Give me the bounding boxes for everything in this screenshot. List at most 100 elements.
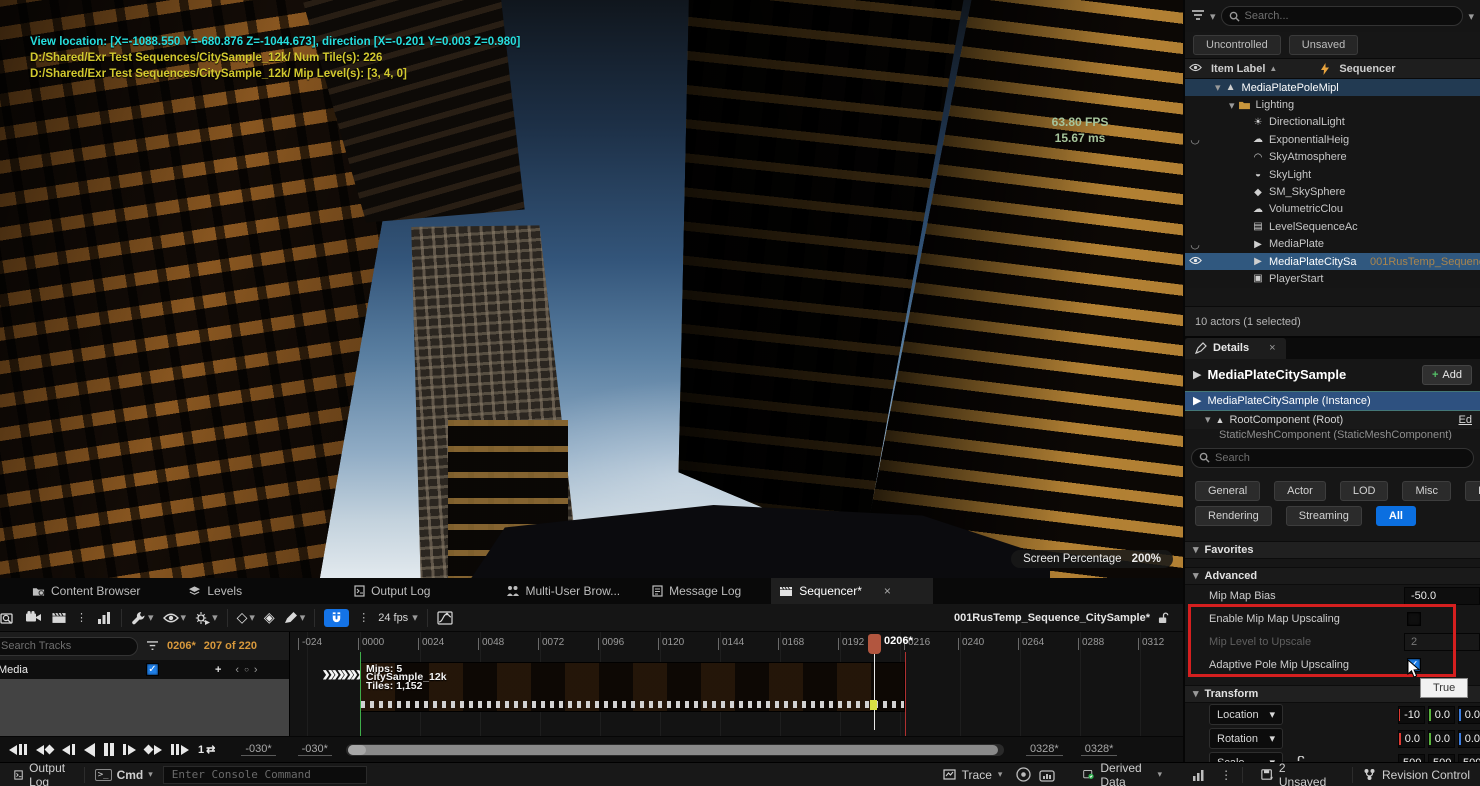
tab-levels[interactable]: Levels: [180, 578, 250, 604]
camera-icon[interactable]: [25, 611, 42, 624]
favorites-section-header[interactable]: ▾ Favorites: [1185, 541, 1480, 559]
wrench-icon[interactable]: ▾: [131, 611, 154, 625]
uncontrolled-button[interactable]: Uncontrolled: [1193, 35, 1281, 55]
close-icon[interactable]: ×: [884, 584, 891, 598]
category-misc[interactable]: Misc: [1402, 481, 1451, 501]
snap-magnet-toggle[interactable]: [324, 609, 349, 627]
category-all[interactable]: All: [1376, 506, 1416, 526]
advanced-section-header[interactable]: ▾ Advanced: [1185, 567, 1480, 585]
location-x-field[interactable]: -10: [1398, 706, 1425, 724]
tree-row-smskysphere[interactable]: ◆ SM_SkySphere: [1185, 183, 1480, 200]
details-search-input[interactable]: Search: [1191, 448, 1474, 468]
working-range-start-field[interactable]: -030*: [298, 743, 332, 756]
play-reverse-button[interactable]: [84, 743, 95, 757]
location-z-field[interactable]: 0.0: [1458, 706, 1480, 724]
burn-in-options-icon[interactable]: [96, 611, 112, 625]
scrollbar-thumb[interactable]: [348, 745, 998, 755]
expander-icon[interactable]: ▾: [1229, 99, 1235, 112]
overflow-dots-icon[interactable]: ⋮: [76, 611, 87, 624]
location-dropdown[interactable]: Location ▾: [1209, 704, 1283, 725]
trace-dropdown[interactable]: Trace ▾: [933, 763, 1013, 786]
close-icon[interactable]: ×: [1269, 342, 1275, 354]
insights-snapshot-icon[interactable]: [1035, 763, 1059, 786]
output-log-drawer-button[interactable]: Output Log: [4, 763, 84, 786]
tree-row-levelsequenceactor[interactable]: ▤ LevelSequenceAc: [1185, 218, 1480, 235]
sequencer-timeline[interactable]: -024 0000 0024 0048 0072 0096 0120 0144 …: [290, 632, 1183, 736]
filter-chevron-icon[interactable]: ▾: [1210, 10, 1216, 23]
next-key-button[interactable]: [145, 745, 162, 755]
playhead-marker[interactable]: [868, 634, 881, 654]
view-range-end-field[interactable]: 0328*: [1081, 743, 1118, 756]
tab-output-log[interactable]: Output Log: [346, 578, 438, 604]
tree-row-lighting[interactable]: ▾ Lighting: [1185, 96, 1480, 113]
scale-x-field[interactable]: 500: [1398, 754, 1425, 762]
edit-link[interactable]: Ed: [1459, 414, 1472, 426]
slate-icon[interactable]: [51, 612, 67, 624]
playback-options-icon[interactable]: ▾: [195, 611, 218, 625]
sequencer-column-header[interactable]: Sequencer: [1339, 63, 1395, 75]
playhead-line[interactable]: [874, 652, 875, 730]
tab-multi-user[interactable]: Multi-User Brow...: [498, 578, 628, 604]
add-section-icon[interactable]: +: [215, 664, 221, 676]
closed-eye-icon[interactable]: ◡: [1185, 133, 1205, 146]
static-mesh-component-row[interactable]: StaticMeshComponent (StaticMeshComponent…: [1185, 429, 1480, 440]
scale-y-field[interactable]: 500: [1428, 754, 1455, 762]
track-filter-icon[interactable]: [146, 641, 159, 652]
tab-message-log[interactable]: Message Log: [644, 578, 749, 604]
category-actor[interactable]: Actor: [1274, 481, 1326, 501]
add-component-button[interactable]: + Add: [1422, 365, 1472, 385]
cmd-dropdown[interactable]: >_ Cmd ▾: [85, 763, 163, 786]
rotation-y-field[interactable]: 0.0: [1428, 730, 1455, 748]
derived-data-dropdown[interactable]: Derived Data ▾: [1073, 763, 1172, 786]
pause-button[interactable]: [104, 743, 114, 756]
settings-chevron-icon[interactable]: ▾: [1468, 10, 1474, 23]
category-general[interactable]: General: [1195, 481, 1260, 501]
curve-editor-icon[interactable]: [437, 611, 453, 625]
item-label-column-header[interactable]: Item Label: [1211, 63, 1265, 75]
instance-row[interactable]: ▶ MediaPlateCitySample (Instance): [1185, 391, 1480, 411]
revision-control-button[interactable]: Revision Control: [1353, 763, 1480, 786]
enable-mip-upscaling-checkbox[interactable]: [1407, 612, 1421, 626]
level-viewport[interactable]: View location: [X=-1088.550 Y=-680.876 Z…: [0, 0, 1183, 578]
tab-content-browser[interactable]: Content Browser: [24, 578, 148, 604]
timeline-scrollbar[interactable]: [346, 744, 1004, 756]
step-back-button[interactable]: [62, 744, 75, 755]
root-component-row[interactable]: ▾ ▲ RootComponent (Root) Ed: [1185, 411, 1480, 429]
closed-eye-icon[interactable]: ◡: [1185, 238, 1205, 251]
unsaved-changes-button[interactable]: 2 Unsaved: [1251, 763, 1338, 786]
view-range-start-field[interactable]: -030*: [241, 743, 275, 756]
track-search-input[interactable]: Search Tracks: [0, 637, 138, 656]
go-to-end-button[interactable]: [171, 744, 189, 755]
tree-row-skylight[interactable]: ◒ SkyLight: [1185, 166, 1480, 183]
tree-row-playerstart[interactable]: ▣ PlayerStart: [1185, 270, 1480, 287]
loop-mode-button[interactable]: 1⇄: [198, 743, 215, 756]
unsaved-button[interactable]: Unsaved: [1289, 35, 1358, 55]
rotation-dropdown[interactable]: Rotation ▾: [1209, 728, 1283, 749]
tree-row-mediaplatecitysample[interactable]: ▶ MediaPlateCitySa 001RusTemp_Sequence_: [1185, 253, 1480, 270]
open-eye-icon[interactable]: [1185, 256, 1205, 268]
visibility-column-eye-icon[interactable]: [1185, 63, 1205, 75]
go-to-front-button[interactable]: [9, 744, 27, 755]
sort-asc-icon[interactable]: ▲: [1269, 64, 1277, 73]
tree-row-skyatmosphere[interactable]: ◠ SkyAtmosphere: [1185, 149, 1480, 166]
tab-sequencer[interactable]: Sequencer* ×: [771, 578, 933, 604]
expander-icon[interactable]: ▾: [1205, 413, 1211, 426]
tree-row-mediaplatepolemip[interactable]: ▾ ▲ MediaPlatePoleMipl: [1185, 79, 1480, 96]
content-search-icon[interactable]: [0, 611, 16, 625]
category-streaming[interactable]: Streaming: [1286, 506, 1362, 526]
edit-pencil-icon[interactable]: ▾: [284, 611, 306, 624]
scale-z-field[interactable]: 500: [1458, 754, 1480, 762]
tree-row-directionallight[interactable]: ☀ DirectionalLight: [1185, 114, 1480, 131]
sequence-name[interactable]: 001RusTemp_Sequence_CitySample*: [954, 612, 1150, 624]
add-key-icon[interactable]: ○: [244, 665, 249, 674]
media-track-checkbox[interactable]: ✓: [146, 663, 159, 676]
prev-key-icon[interactable]: ‹: [235, 664, 239, 676]
keyframe-nav[interactable]: ‹ ○ ›: [235, 664, 257, 676]
keyframe-options-icon[interactable]: ◇▾: [237, 609, 255, 626]
scale-dropdown[interactable]: Scale ▾: [1209, 752, 1283, 762]
details-tab[interactable]: Details ×: [1185, 338, 1286, 359]
mip-map-bias-field[interactable]: -50.0: [1404, 587, 1480, 605]
tree-row-volumetriccloud[interactable]: ☁ VolumetricClou: [1185, 201, 1480, 218]
filter-icon[interactable]: [1191, 10, 1205, 22]
snap-options-dots-icon[interactable]: ⋮: [358, 611, 369, 624]
